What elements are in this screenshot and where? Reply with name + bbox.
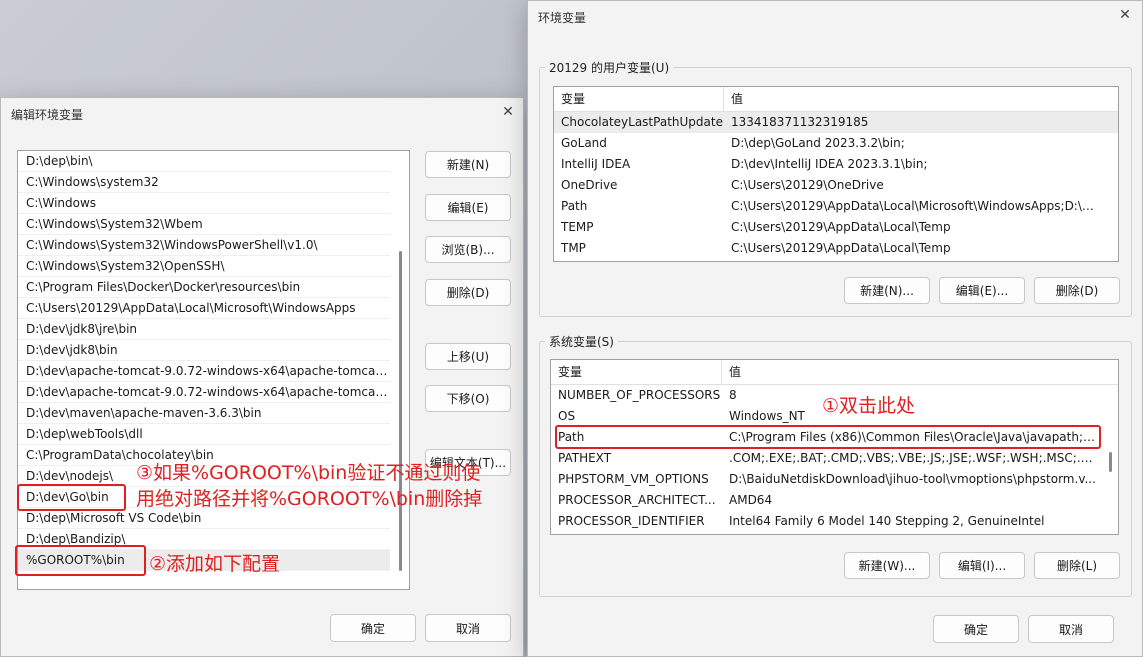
- env-window-title: 环境变量: [538, 11, 587, 25]
- table-row[interactable]: TMP C:\Users\20129\AppData\Local\Temp: [554, 238, 1118, 259]
- annotation-box-system-path: [555, 425, 1101, 449]
- edit-button[interactable]: 编辑(E): [425, 194, 511, 221]
- list-item[interactable]: D:\dev\jdk8\jre\bin: [18, 319, 390, 340]
- close-icon[interactable]: ✕: [1114, 5, 1136, 25]
- table-row[interactable]: OneDrive C:\Users\20129\OneDrive: [554, 175, 1118, 196]
- list-item[interactable]: C:\Windows\System32\WindowsPowerShell\v1…: [18, 235, 390, 256]
- var-value-cell: C:\Users\20129\OneDrive: [731, 178, 884, 192]
- var-name-cell: TEMP: [561, 220, 594, 234]
- var-value-cell: D:\BaiduNetdiskDownload\jihuo-tool\vmopt…: [729, 472, 1096, 486]
- col-name-header[interactable]: 变量: [554, 87, 724, 111]
- var-name-cell: PROCESSOR_IDENTIFIER: [558, 514, 705, 528]
- col-value-header[interactable]: 值: [724, 87, 1104, 111]
- var-name-cell: IntelliJ IDEA: [561, 157, 631, 171]
- cancel-button[interactable]: 取消: [1028, 615, 1114, 643]
- var-value-cell: C:\Users\20129\AppData\Local\Temp: [731, 241, 951, 255]
- var-name-cell: NUMBER_OF_PROCESSORS: [558, 388, 721, 402]
- env-vars-window: 环境变量 ✕ 20129 的用户变量(U) 变量 值 ChocolateyLas…: [527, 0, 1143, 657]
- table-row[interactable]: PHPSTORM_VM_OPTIONS D:\BaiduNetdiskDownlo…: [551, 469, 1118, 490]
- table-row[interactable]: GoLand D:\dep\GoLand 2023.3.2\bin;: [554, 133, 1118, 154]
- ok-button[interactable]: 确定: [330, 614, 416, 642]
- delete-button[interactable]: 删除(D): [425, 279, 511, 306]
- table-row[interactable]: Path C:\Users\20129\AppData\Local\Microso…: [554, 196, 1118, 217]
- var-value-cell: D:\dep\GoLand 2023.3.2\bin;: [731, 136, 905, 150]
- list-item[interactable]: D:\dep\webTools\dll: [18, 424, 390, 445]
- move-down-button[interactable]: 下移(O): [425, 385, 511, 412]
- var-value-cell: .COM;.EXE;.BAT;.CMD;.VBS;.VBE;.JS;.JSE;.…: [729, 451, 1097, 465]
- table-row[interactable]: ChocolateyLastPathUpdate 1334183711323191…: [554, 112, 1118, 133]
- cancel-button[interactable]: 取消: [425, 614, 511, 642]
- list-item[interactable]: C:\Windows\system32: [18, 172, 390, 193]
- var-value-cell: 133418371132319185: [731, 115, 869, 129]
- annotation-step3-line1: ③如果%GOROOT%\bin验证不通过则使: [136, 462, 481, 484]
- var-value-cell: C:\Users\20129\AppData\Local\Temp: [731, 220, 951, 234]
- var-value-cell: C:\Users\20129\AppData\Local\Microsoft\W…: [731, 199, 1099, 213]
- user-vars-table[interactable]: 变量 值 ChocolateyLastPathUpdate 13341837113…: [553, 86, 1119, 262]
- var-name-cell: PHPSTORM_VM_OPTIONS: [558, 472, 709, 486]
- list-item[interactable]: D:\dev\apache-tomcat-9.0.72-windows-x64\…: [18, 382, 390, 403]
- system-new-button[interactable]: 新建(W)...: [844, 552, 930, 579]
- user-edit-button[interactable]: 编辑(E)...: [939, 277, 1025, 304]
- new-button[interactable]: 新建(N): [425, 151, 511, 178]
- list-item[interactable]: D:\dev\jdk8\bin: [18, 340, 390, 361]
- table-row[interactable]: TEMP C:\Users\20129\AppData\Local\Temp: [554, 217, 1118, 238]
- var-value-cell: Intel64 Family 6 Model 140 Stepping 2, G…: [729, 514, 1045, 528]
- close-icon[interactable]: ✕: [497, 102, 519, 122]
- list-item[interactable]: C:\Windows\System32\OpenSSH\: [18, 256, 390, 277]
- list-item[interactable]: D:\dev\maven\apache-maven-3.6.3\bin: [18, 403, 390, 424]
- var-name-cell: TMP: [561, 241, 586, 255]
- col-value-header[interactable]: 值: [722, 360, 1102, 384]
- annotation-step3-line2: 用绝对路径并将%GOROOT%\bin删除掉: [136, 488, 483, 510]
- var-name-cell: PROCESSOR_ARCHITECT...: [558, 493, 716, 507]
- var-name-cell: GoLand: [561, 136, 607, 150]
- user-delete-button[interactable]: 删除(D): [1034, 277, 1120, 304]
- table-row[interactable]: PROCESSOR_ARCHITECT... AMD64: [551, 490, 1118, 511]
- user-vars-label: 20129 的用户变量(U): [545, 59, 674, 76]
- var-name-cell: OneDrive: [561, 178, 618, 192]
- system-delete-button[interactable]: 删除(L): [1034, 552, 1120, 579]
- list-item[interactable]: C:\Windows\System32\Wbem: [18, 214, 390, 235]
- edit-dialog-title: 编辑环境变量: [11, 108, 84, 122]
- list-item[interactable]: C:\Windows: [18, 193, 390, 214]
- ok-button[interactable]: 确定: [933, 615, 1019, 643]
- var-name-cell: PATHEXT: [558, 451, 612, 465]
- table-row[interactable]: PROCESSOR_IDENTIFIER Intel64 Family 6 Mod…: [551, 511, 1118, 532]
- table-header: 变量 值: [551, 360, 1118, 385]
- path-list[interactable]: D:\dep\bin\ C:\Windows\system32 C:\Windows…: [17, 150, 410, 590]
- system-edit-button[interactable]: 编辑(I)...: [939, 552, 1025, 579]
- var-value-cell: AMD64: [729, 493, 773, 507]
- path-list-scrollbar[interactable]: [399, 251, 402, 571]
- table-header: 变量 值: [554, 87, 1118, 112]
- annotation-box-goroot-bin: [15, 545, 146, 576]
- browse-button[interactable]: 浏览(B)...: [425, 236, 511, 263]
- annotation-box-go-bin: [17, 484, 126, 511]
- var-name-cell: OS: [558, 409, 576, 423]
- col-name-header[interactable]: 变量: [551, 360, 722, 384]
- list-item[interactable]: C:\Program Files\Docker\Docker\resources…: [18, 277, 390, 298]
- table-row[interactable]: IntelliJ IDEA D:\dev\IntelliJ IDEA 2023.3…: [554, 154, 1118, 175]
- list-item[interactable]: D:\dep\bin\: [18, 151, 390, 172]
- system-vars-label: 系统变量(S): [545, 333, 618, 350]
- var-value-cell: D:\dev\IntelliJ IDEA 2023.3.1\bin;: [731, 157, 928, 171]
- user-new-button[interactable]: 新建(N)...: [844, 277, 930, 304]
- annotation-step2: ②添加如下配置: [149, 553, 281, 575]
- move-up-button[interactable]: 上移(U): [425, 343, 511, 370]
- table-row[interactable]: PATHEXT .COM;.EXE;.BAT;.CMD;.VBS;.VBE;.JS…: [551, 448, 1118, 469]
- annotation-step1: ①双击此处: [822, 395, 916, 417]
- list-item[interactable]: D:\dev\apache-tomcat-9.0.72-windows-x64\…: [18, 361, 390, 382]
- list-item[interactable]: C:\Users\20129\AppData\Local\Microsoft\W…: [18, 298, 390, 319]
- var-name-cell: Path: [561, 199, 588, 213]
- var-name-cell: ChocolateyLastPathUpdate: [561, 115, 723, 129]
